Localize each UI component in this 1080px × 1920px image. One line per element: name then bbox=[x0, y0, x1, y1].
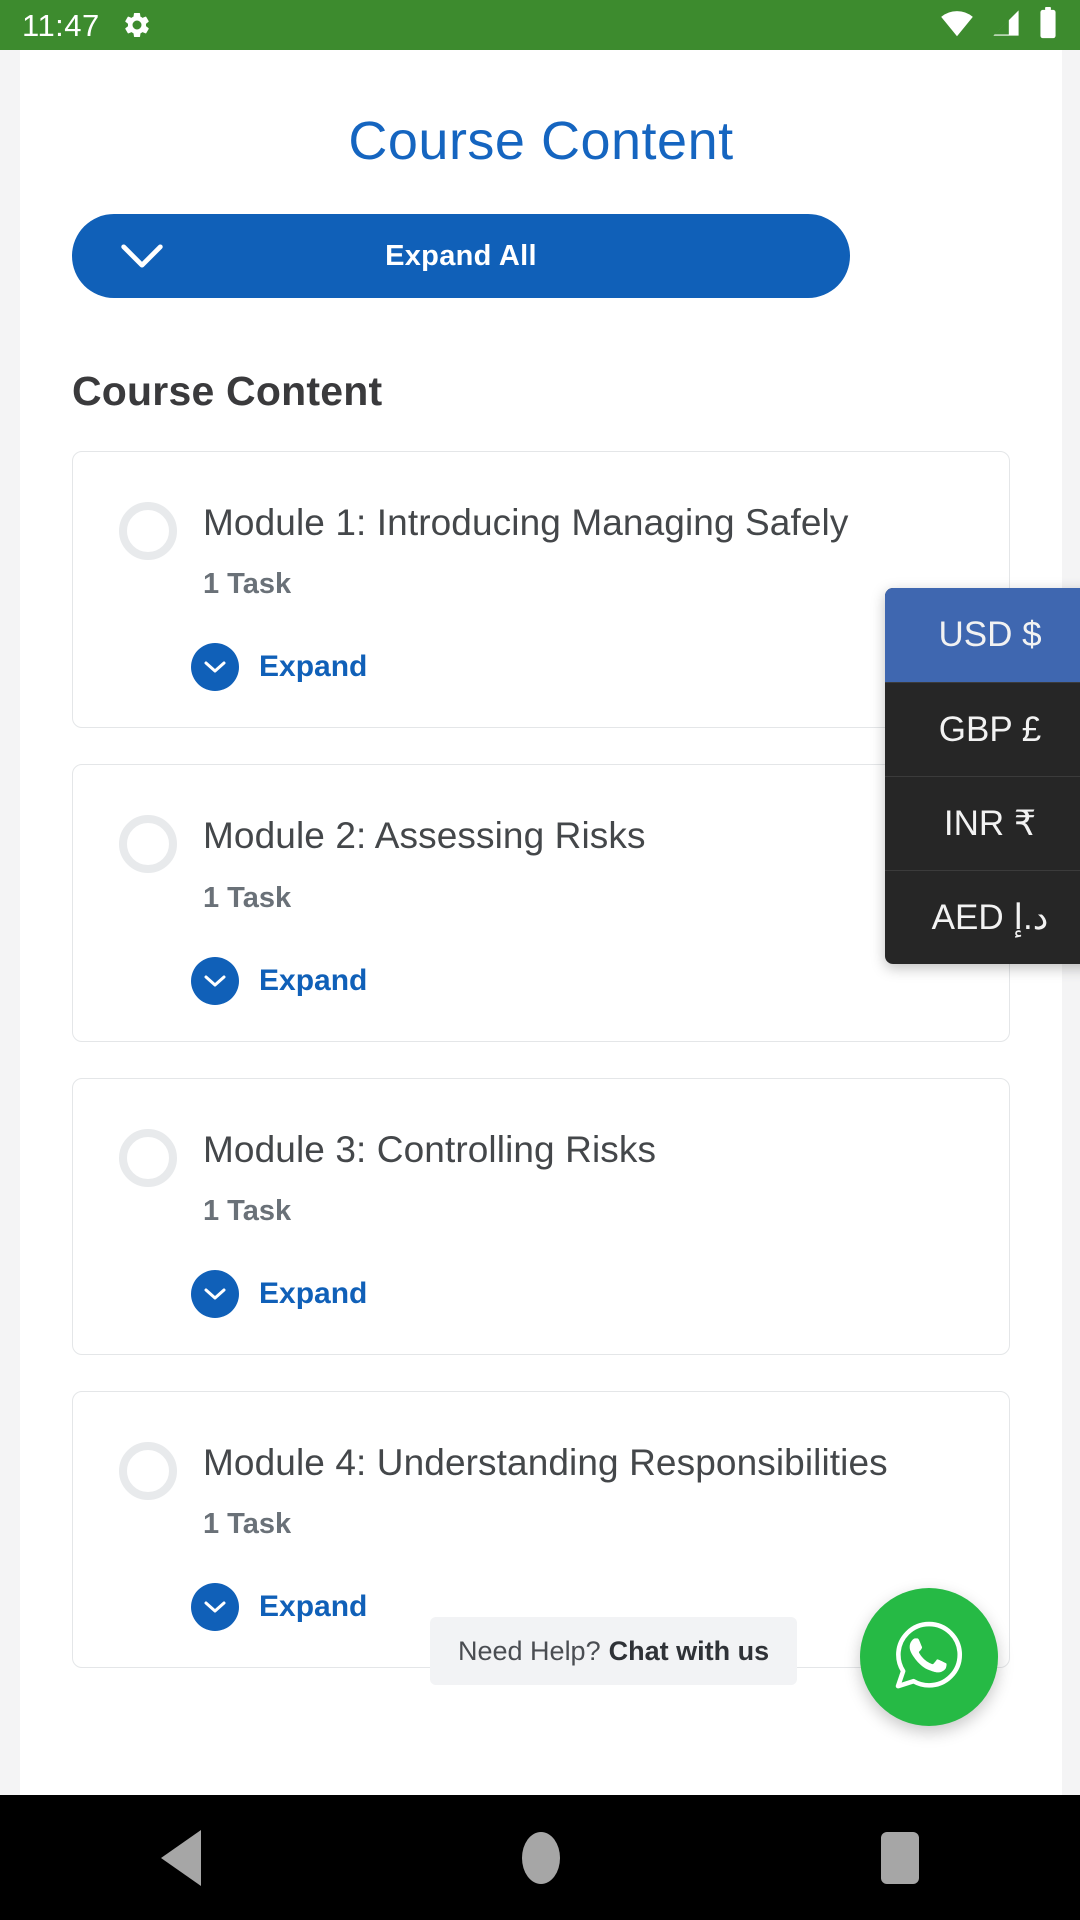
currency-selector-menu[interactable]: USD $ GBP £ INR ₹ AED د.إ bbox=[885, 588, 1080, 964]
back-triangle-icon[interactable] bbox=[160, 1829, 201, 1886]
module-text-block: Module 4: Understanding Responsibilities… bbox=[203, 1438, 888, 1541]
chat-prompt-text: Need Help? bbox=[458, 1635, 601, 1666]
chevron-down-icon bbox=[191, 956, 239, 1005]
module-task-count: 1 Task bbox=[203, 568, 292, 601]
module-expand-label: Expand bbox=[259, 650, 368, 684]
chat-prompt-bubble[interactable]: Need Help? Chat with us bbox=[430, 1617, 798, 1685]
module-header: Module 3: Controlling Risks 1 Task bbox=[73, 1125, 1009, 1228]
chevron-down-icon bbox=[191, 643, 239, 692]
module-task-count: 1 Task bbox=[203, 881, 292, 914]
status-indicators bbox=[940, 6, 1058, 44]
page-title: Course Content bbox=[348, 111, 734, 171]
chevron-down-icon bbox=[191, 1583, 239, 1632]
module-title: Module 4: Understanding Responsibilities bbox=[203, 1441, 888, 1483]
gear-icon bbox=[122, 10, 152, 40]
module-text-block: Module 3: Controlling Risks 1 Task bbox=[203, 1125, 656, 1228]
module-title: Module 1: Introducing Managing Safely bbox=[203, 502, 849, 543]
recents-square-icon[interactable] bbox=[881, 1831, 920, 1884]
chevron-down-icon bbox=[120, 242, 164, 270]
empty-circle-icon[interactable] bbox=[119, 502, 177, 560]
module-card[interactable]: Module 3: Controlling Risks 1 Task Expan… bbox=[72, 1077, 1010, 1355]
module-expand-button[interactable]: Expand bbox=[73, 1269, 1009, 1318]
phone-screen: 11:47 Course Content Expand All Course C… bbox=[0, 0, 1080, 1920]
module-header: Module 4: Understanding Responsibilities… bbox=[73, 1438, 1009, 1541]
module-title: Module 2: Assessing Risks bbox=[203, 815, 646, 857]
currency-option-aed[interactable]: AED د.إ bbox=[885, 870, 1080, 964]
currency-option-inr[interactable]: INR ₹ bbox=[885, 776, 1080, 870]
section-heading: Course Content bbox=[72, 368, 383, 414]
module-expand-label: Expand bbox=[259, 1276, 368, 1310]
currency-option-gbp[interactable]: GBP £ bbox=[885, 682, 1080, 776]
module-text-block: Module 2: Assessing Risks 1 Task bbox=[203, 811, 646, 914]
empty-circle-icon[interactable] bbox=[119, 1441, 177, 1500]
home-circle-icon[interactable] bbox=[521, 1831, 560, 1884]
chat-action-text: Chat with us bbox=[608, 1635, 770, 1666]
module-card[interactable]: Module 2: Assessing Risks 1 Task Expand bbox=[72, 764, 1010, 1042]
module-text-block: Module 1: Introducing Managing Safely 1 … bbox=[203, 498, 848, 601]
module-title: Module 3: Controlling Risks bbox=[203, 1128, 657, 1170]
chevron-down-icon bbox=[191, 1269, 239, 1318]
status-bar: 11:47 bbox=[0, 0, 1080, 50]
battery-icon bbox=[1038, 6, 1058, 44]
status-time: 11:47 bbox=[22, 7, 100, 43]
module-expand-label: Expand bbox=[259, 963, 368, 997]
whatsapp-chat-button[interactable] bbox=[860, 1588, 998, 1726]
module-card[interactable]: Module 1: Introducing Managing Safely 1 … bbox=[72, 451, 1010, 729]
module-header: Module 1: Introducing Managing Safely 1 … bbox=[73, 498, 1009, 601]
module-task-count: 1 Task bbox=[203, 1508, 292, 1541]
module-task-count: 1 Task bbox=[203, 1194, 292, 1227]
cellular-signal-icon bbox=[990, 9, 1022, 42]
module-expand-button[interactable]: Expand bbox=[73, 956, 1009, 1005]
empty-circle-icon[interactable] bbox=[119, 1128, 177, 1187]
module-expand-button[interactable]: Expand bbox=[73, 643, 1009, 692]
expand-all-label: Expand All bbox=[385, 239, 537, 272]
wifi-icon bbox=[940, 9, 974, 42]
module-header: Module 2: Assessing Risks 1 Task bbox=[73, 811, 1009, 914]
expand-all-button[interactable]: Expand All bbox=[72, 214, 850, 298]
module-expand-label: Expand bbox=[259, 1590, 368, 1624]
android-nav-bar bbox=[0, 1795, 1080, 1920]
whatsapp-icon bbox=[886, 1612, 972, 1703]
empty-circle-icon[interactable] bbox=[119, 815, 177, 874]
currency-option-usd[interactable]: USD $ bbox=[885, 588, 1080, 682]
